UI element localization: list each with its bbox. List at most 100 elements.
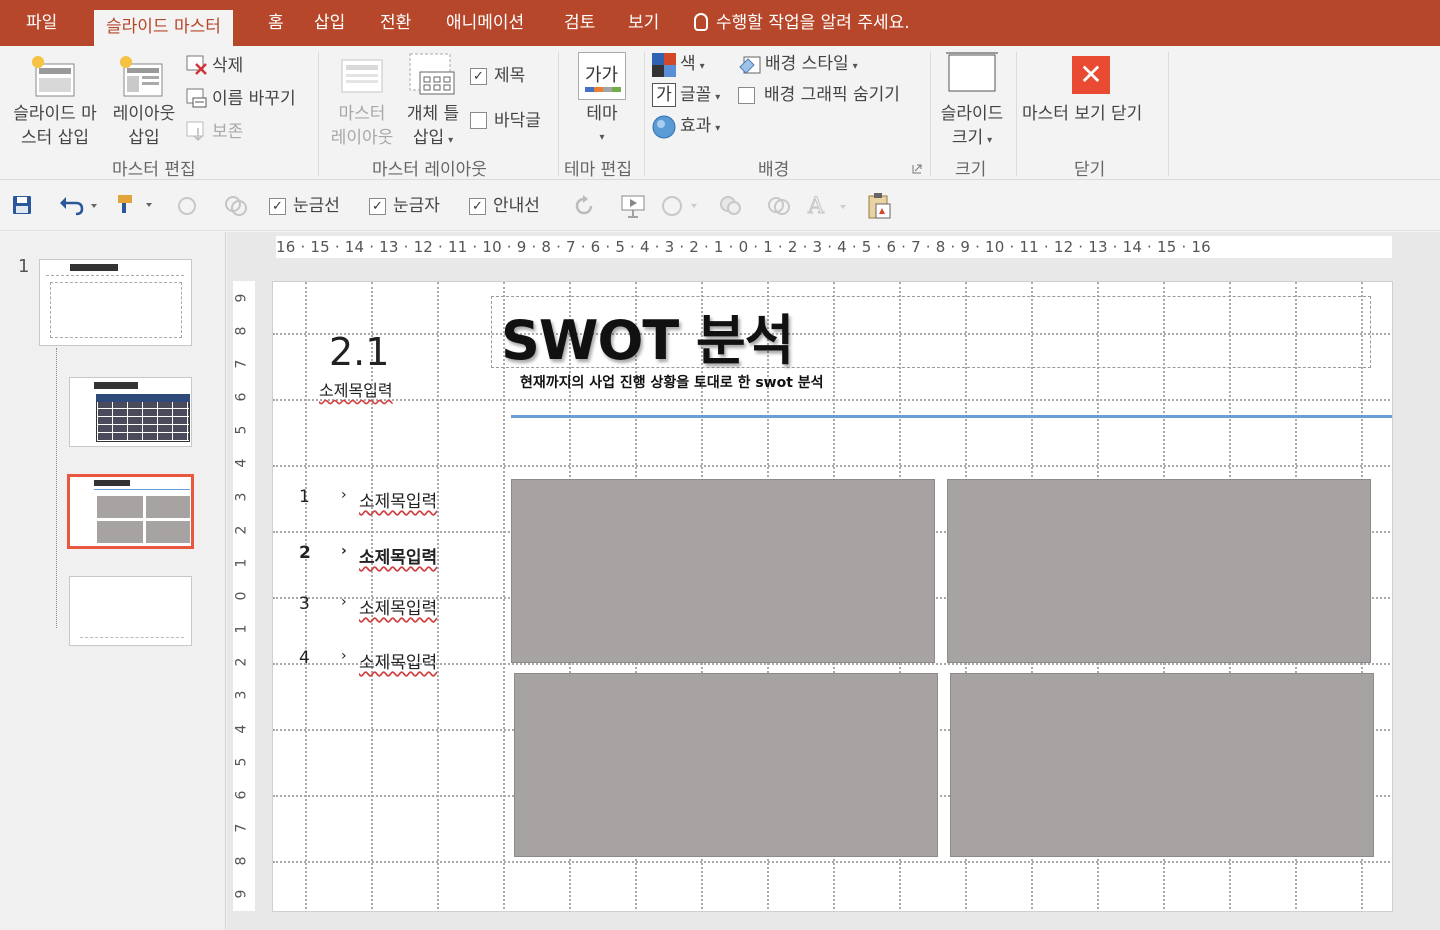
section-subtitle: 소제목입력 [319,381,393,400]
insert-layout-icon[interactable] [118,54,166,100]
shape-outline-disabled-icon [662,196,697,216]
gridlines-label: 눈금선 [293,196,340,216]
tell-me-text: 수행할 작업을 알려 주세요. [716,13,910,33]
gridline-horizontal [273,465,1392,467]
chevron-right-icon: › [341,543,347,559]
vertical-ruler-tick: 9 [233,293,250,303]
ruler-checkbox[interactable]: ✓ [369,198,386,215]
vertical-ruler-tick: 2 [233,657,250,667]
vertical-ruler-tick: 3 [233,691,250,700]
chevron-right-icon: › [341,648,347,664]
vertical-ruler-tick: 9 [233,889,250,899]
tab-slide-master[interactable]: 슬라이드 마스터 [94,10,233,46]
theme-icon[interactable]: 가가 [578,52,626,100]
undo-icon[interactable] [58,194,98,216]
colors-button[interactable]: 색 ▾ [680,52,705,79]
group-divider [930,52,931,176]
chevron-down-icon: ▾ [987,135,993,146]
combine-shapes-disabled-icon [768,197,790,215]
tab-animations[interactable]: 애니메이션 [446,0,524,46]
slide-size-button[interactable]: 슬라이드 크기 ▾ [934,102,1010,153]
tab-file[interactable]: 파일 [26,0,57,46]
title-checkbox[interactable]: ✓ [470,68,487,85]
tab-home[interactable]: 홈 [268,0,284,46]
tab-view[interactable]: 보기 [628,0,659,46]
slide-description[interactable]: 현재까지의 사업 진행 상황을 토대로 한 swot 분석 [520,372,824,392]
lightbulb-icon [694,13,708,31]
thumbnail-layout-swot[interactable] [67,474,194,549]
paste-icon[interactable] [866,192,892,220]
theme-button[interactable]: 테마 ▾ [572,102,632,150]
swot-box-threats[interactable] [950,673,1374,857]
gridlines-checkbox[interactable]: ✓ [269,198,286,215]
swot-box-opportunities[interactable] [514,673,938,857]
chevron-down-icon: ▾ [599,132,605,143]
tell-me-search[interactable]: 수행할 작업을 알려 주세요. [694,0,910,46]
shape-fill-disabled-icon [720,196,741,215]
slideshow-icon[interactable] [620,193,648,219]
preserve-button[interactable]: 보존 [212,120,243,144]
thumbnail-layout-blank[interactable] [69,576,192,646]
list-item[interactable]: 3 › 소제목입력 [299,594,479,619]
vertical-ruler-tick: 1 [233,558,250,568]
chevron-down-icon: ▾ [715,92,721,103]
close-master-view-button[interactable]: 마스터 보기 닫기 [1022,102,1142,126]
insert-layout-button[interactable]: 레이아웃 삽입 [104,102,184,150]
shape-merge-disabled-icon [225,196,247,216]
vertical-ruler-tick: 1 [233,624,250,634]
vertical-ruler-tick: 8 [233,856,250,866]
master-layout-button[interactable]: 마스터 레이아웃 [324,102,400,150]
thumbnail-master[interactable] [39,259,192,346]
group-divider [558,52,559,176]
insert-placeholder-button[interactable]: 개체 틀 삽입 ▾ [400,102,466,153]
hide-background-graphics-checkbox[interactable] [738,87,755,104]
master-layout-icon [341,59,383,93]
list-item[interactable]: 2 › 소제목입력 [299,543,479,568]
chevron-down-icon: ▾ [715,123,721,134]
redo-disabled-icon [178,197,196,215]
group-label-theme-edit: 테마 편집 [564,160,632,180]
slide-title[interactable]: SWOT 분석 [501,296,794,375]
vertical-ruler: 9 8 7 6 5 4 3 2 1 0 1 2 3 4 5 6 7 8 9 [233,281,255,911]
insert-slide-master-icon[interactable] [30,54,78,100]
rename-button[interactable]: 이름 바꾸기 [212,87,296,111]
vertical-ruler-tick: 4 [233,458,250,468]
fonts-button[interactable]: 글꼴 ▾ [680,83,720,110]
slide-size-icon [946,52,998,92]
group-label-size: 크기 [955,160,987,180]
dialog-launcher-icon[interactable] [912,164,922,174]
group-label-master-edit: 마스터 편집 [112,160,196,180]
tab-transitions[interactable]: 전환 [380,0,411,46]
text-effects-disabled-icon: A [807,194,846,219]
footer-checkbox[interactable] [470,112,487,129]
effects-button[interactable]: 효과 ▾ [680,114,720,141]
preserve-icon [186,121,204,142]
footer-checkbox-label: 바닥글 [494,111,541,131]
slide-number: 1 [18,256,30,277]
background-styles-button[interactable]: 배경 스타일 ▾ [765,52,858,79]
title-divider-line [511,415,1392,418]
ribbon-tab-bar: 파일 슬라이드 마스터 홈 삽입 전환 애니메이션 검토 보기 수행할 작업을 … [0,0,1440,46]
delete-button[interactable]: 삭제 [212,54,243,78]
tab-insert[interactable]: 삽입 [314,0,345,46]
close-master-view-icon[interactable]: ✕ [1072,56,1110,94]
slide-canvas[interactable]: 2.1 소제목입력 SWOT 분석 현재까지의 사업 진행 상황을 토대로 한 … [272,281,1393,912]
swot-box-strengths[interactable] [511,479,935,663]
group-label-background: 배경 [758,160,790,180]
quick-access-toolbar: ✓ 눈금선 ✓ 눈금자 ✓ 안내선 A [0,181,1440,231]
insert-slide-master-button[interactable]: 슬라이드 마 스터 삽입 [6,102,104,150]
title-checkbox-label: 제목 [494,66,526,86]
list-item[interactable]: 4 › 소제목입력 [299,648,479,673]
chevron-down-icon: ▾ [699,61,705,72]
save-icon[interactable] [12,195,32,215]
thumbnail-layout-table[interactable] [69,377,192,447]
swot-box-weaknesses[interactable] [947,479,1371,663]
format-painter-icon[interactable] [116,193,156,217]
vertical-ruler-tick: 2 [233,525,250,535]
group-label-master-layout: 마스터 레이아웃 [372,160,487,180]
list-item[interactable]: 1 › 소제목입력 [299,487,479,512]
vertical-ruler-tick: 5 [233,757,250,767]
guides-checkbox[interactable]: ✓ [469,198,486,215]
colors-icon [652,53,676,77]
tab-review[interactable]: 검토 [564,0,595,46]
